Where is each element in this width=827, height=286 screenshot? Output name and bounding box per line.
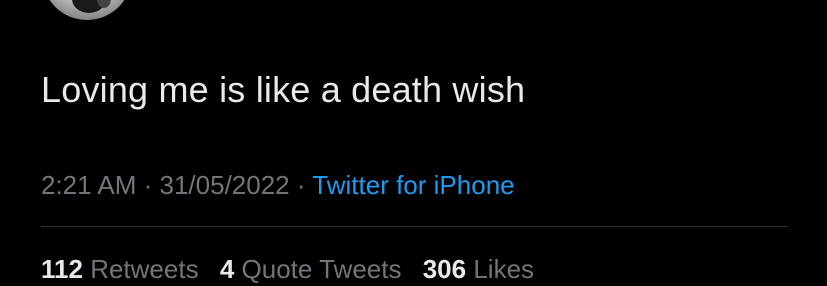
likes-count: 306 xyxy=(422,254,467,284)
tweet-text: Loving me is like a death wish xyxy=(41,69,526,110)
avatar[interactable] xyxy=(42,0,132,20)
retweets-stat[interactable]: 112 Retweets xyxy=(41,252,199,286)
likes-label: Likes xyxy=(473,254,535,284)
user-handle-fragment[interactable] xyxy=(150,0,330,8)
meta-separator: · xyxy=(289,170,313,200)
tweet-stats: 112 Retweets 4 Quote Tweets 306 Likes xyxy=(41,252,548,286)
quote-tweets-label: Quote Tweets xyxy=(241,254,402,284)
meta-separator: · xyxy=(136,170,160,200)
tweet-detail: Loving me is like a death wish 2:21 AM ·… xyxy=(0,0,827,284)
divider xyxy=(41,226,788,227)
quote-tweets-count: 4 xyxy=(219,254,235,284)
tweet-time[interactable]: 2:21 AM xyxy=(41,170,136,200)
tweet-source-link[interactable]: Twitter for iPhone xyxy=(312,170,514,200)
tweet-metadata: 2:21 AM · 31/05/2022 · Twitter for iPhon… xyxy=(41,168,515,202)
likes-stat[interactable]: 306 Likes xyxy=(423,252,534,286)
retweets-label: Retweets xyxy=(90,254,199,284)
retweets-count: 112 xyxy=(41,254,83,284)
tweet-date[interactable]: 31/05/2022 xyxy=(160,170,290,200)
quote-tweets-stat[interactable]: 4 Quote Tweets xyxy=(220,252,402,286)
